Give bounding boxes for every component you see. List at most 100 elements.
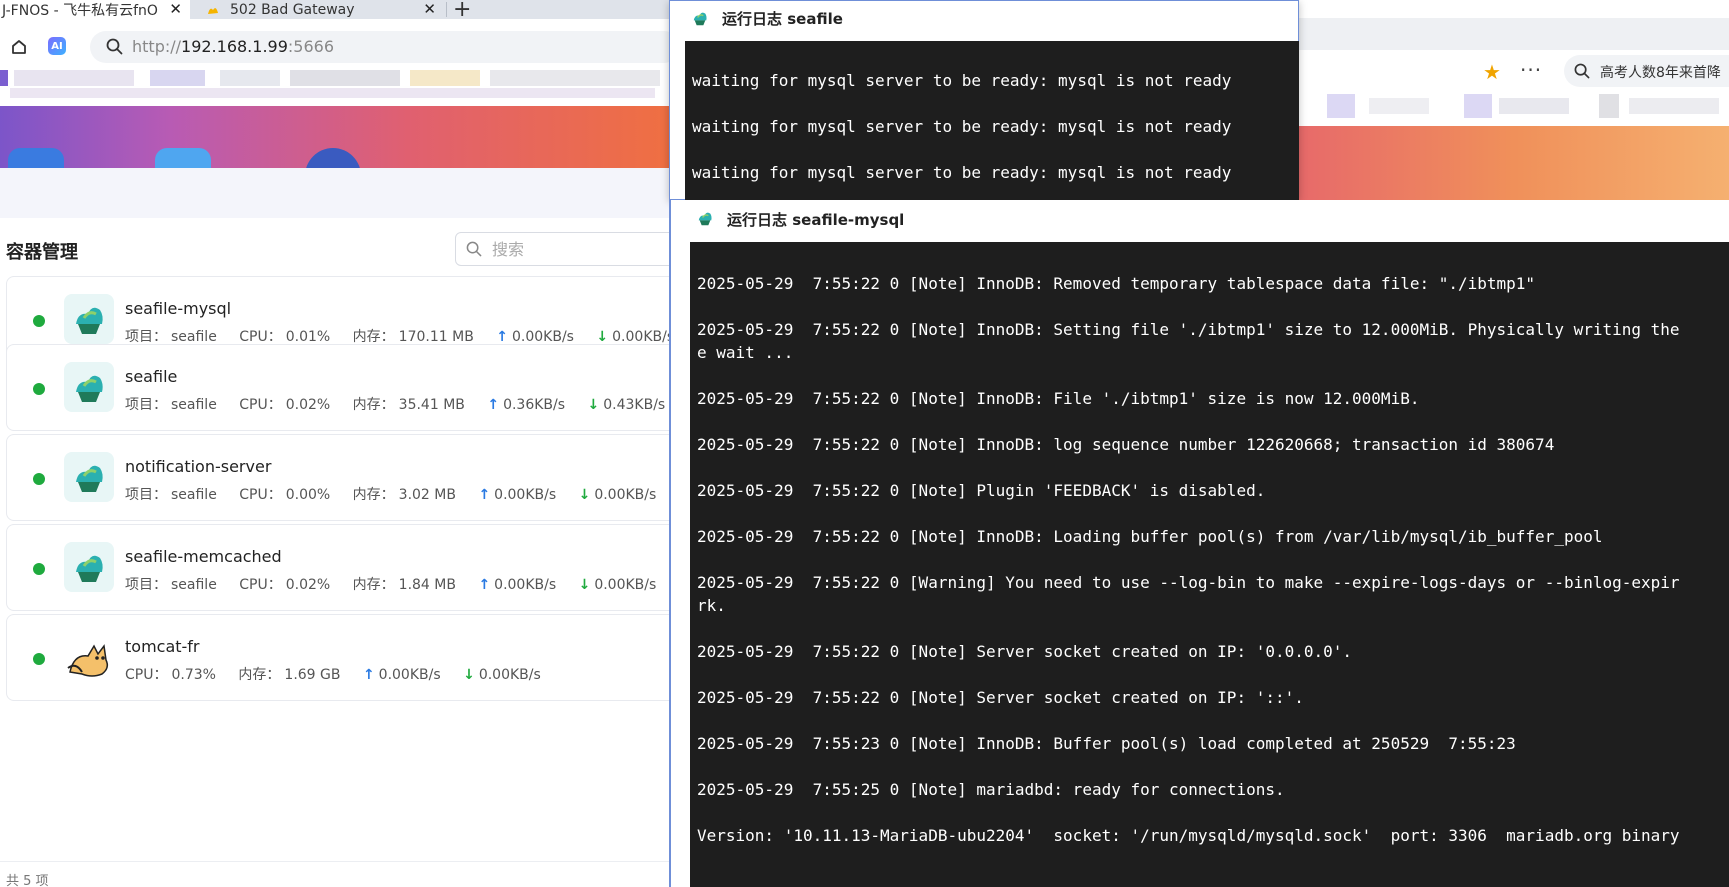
mem-value: 35.41 MB: [398, 397, 465, 413]
mem-value: 170.11 MB: [398, 329, 474, 345]
upload-arrow-icon: ↑: [478, 577, 491, 593]
log-line: 2025-05-29 7:55:22 0 [Note] InnoDB: Load…: [697, 527, 1603, 546]
bookmark-blur: [1327, 94, 1355, 118]
mem-label: 内存：: [352, 397, 395, 413]
project-label: 项目：: [125, 397, 167, 413]
log-title: 运行日志 seafile: [722, 10, 843, 28]
desktop-app-icon[interactable]: [8, 148, 64, 168]
download-arrow-icon: ↓: [463, 667, 475, 683]
desktop-banner: [0, 106, 680, 168]
cpu-value: 0.00%: [285, 487, 331, 503]
download-arrow-icon: ↓: [596, 329, 609, 345]
log-header: 运行日志 seafile: [670, 1, 1298, 41]
container-stats: 项目： seafile CPU： 0.00% 内存： 3.02 MB ↑ 0.00KB/…: [125, 484, 660, 504]
address-bar[interactable]: http://192.168.1.99:5666: [90, 31, 680, 63]
url-text: http://192.168.1.99:5666: [132, 37, 334, 56]
web-search-box[interactable]: 高考人数8年来首降: [1564, 55, 1729, 87]
container-search[interactable]: [455, 232, 680, 266]
seafile-app-icon: [64, 294, 114, 344]
upload-rate: 0.00KB/s: [494, 487, 557, 503]
cpu-label: CPU：: [239, 397, 282, 413]
search-icon: [1574, 63, 1590, 83]
log-line: 2025-05-29 7:55:22 0 [Note] Plugin 'FEED…: [697, 481, 1266, 500]
upload-arrow-icon: ↑: [362, 667, 375, 683]
mem-value: 3.02 MB: [398, 487, 456, 503]
container-stats: 项目： seafile CPU： 0.02% 内存： 1.84 MB ↑ 0.00KB/…: [125, 574, 660, 594]
container-name: seafile-mysql: [125, 299, 232, 318]
project-label: 项目：: [125, 329, 167, 345]
bookmark-blur: [1599, 94, 1619, 118]
more-menu-icon[interactable]: ···: [1520, 58, 1542, 82]
tab-bad-gateway[interactable]: 502 Bad Gateway ✕: [192, 0, 444, 19]
search-input[interactable]: [492, 239, 672, 259]
bookmark-blur: [490, 70, 660, 86]
browser-tab-bar: J-FNOS - 飞牛私有云fnO ✕ 502 Bad Gateway ✕ +: [0, 0, 680, 22]
desktop-app-icon[interactable]: [155, 148, 211, 168]
ai-assistant-icon[interactable]: AI: [48, 37, 66, 55]
bookmark-blur: [1369, 98, 1429, 114]
item-count: 共 5 项: [6, 874, 49, 887]
status-running-dot: [33, 563, 45, 575]
bookmarks-bar: [0, 70, 680, 106]
bookmark-blur: [150, 70, 205, 86]
project-value: seafile: [171, 577, 217, 593]
log-terminal[interactable]: waiting for mysql server to be ready: my…: [685, 41, 1299, 201]
bookmark-blur: [0, 70, 8, 86]
log-line: 2025-05-29 7:55:22 0 [Note] Server socke…: [697, 642, 1353, 661]
upload-arrow-icon: ↑: [487, 397, 500, 413]
cpu-value: 0.02%: [285, 397, 331, 413]
container-card-notification-server[interactable]: notification-server 项目： seafile CPU： 0.00%…: [6, 434, 686, 521]
url-port: :5666: [287, 37, 334, 56]
log-header: 运行日志 seafile-mysql: [671, 200, 1729, 240]
upload-rate: 0.36KB/s: [503, 397, 566, 413]
bookmark-blur: [14, 70, 134, 86]
container-name: notification-server: [125, 457, 272, 476]
background-browser-tabbar: [1299, 18, 1729, 50]
upload-rate: 0.00KB/s: [378, 667, 441, 683]
tab-label: J-FNOS - 飞牛私有云fnO: [2, 2, 158, 19]
bookmark-star-icon[interactable]: ★: [1483, 60, 1501, 84]
tab-label: 502 Bad Gateway: [230, 1, 355, 18]
container-stats: 项目： seafile CPU： 0.02% 内存： 35.41 MB ↑ 0.36KB…: [125, 394, 669, 414]
home-icon[interactable]: [11, 39, 27, 59]
download-rate: 0.43KB/s: [603, 397, 666, 413]
log-terminal[interactable]: 2025-05-29 7:55:22 0 [Note] InnoDB: Remo…: [690, 242, 1729, 887]
cpu-label: CPU：: [239, 487, 282, 503]
mem-label: 内存：: [352, 577, 395, 593]
container-name: seafile-memcached: [125, 547, 282, 566]
log-line: 2025-05-29 7:55:25 0 [Note] mariadbd: re…: [697, 780, 1285, 799]
status-running-dot: [33, 315, 45, 327]
container-card-seafile-memcached[interactable]: seafile-memcached 项目： seafile CPU： 0.02% 内…: [6, 524, 686, 611]
seafile-app-icon: [688, 6, 712, 34]
url-host: 192.168.1.99: [181, 37, 288, 56]
seafile-app-icon: [64, 452, 114, 502]
mem-label: 内存：: [238, 667, 281, 683]
container-card-seafile[interactable]: seafile 项目： seafile CPU： 0.02% 内存： 35.41 MB…: [6, 344, 686, 431]
mem-label: 内存：: [352, 329, 395, 345]
container-panel: 容器管理 seafile-mysql 项目：seafile CPU：0.01% …: [0, 218, 686, 887]
browser-toolbar: AI http://192.168.1.99:5666: [0, 19, 680, 70]
mem-value: 1.69 GB: [284, 667, 341, 683]
cpu-value: 0.02%: [285, 577, 331, 593]
project-value: seafile: [171, 397, 217, 413]
upload-arrow-icon: ↑: [478, 487, 491, 503]
bookmark-blur: [1629, 98, 1719, 114]
tab-fnos[interactable]: J-FNOS - 飞牛私有云fnO ✕: [0, 0, 190, 19]
mem-label: 内存：: [352, 487, 395, 503]
log-window-seafile-mysql: 运行日志 seafile-mysql 2025-05-29 7:55:22 0 …: [669, 200, 1729, 887]
mem-value: 1.84 MB: [398, 577, 456, 593]
log-line: 2025-05-29 7:55:22 0 [Note] InnoDB: Sett…: [697, 320, 1680, 339]
download-rate: 0.00KB/s: [594, 487, 657, 503]
close-tab-icon[interactable]: ✕: [169, 0, 182, 18]
upload-rate: 0.00KB/s: [511, 329, 574, 345]
log-line: 2025-05-29 7:55:22 0 [Note] InnoDB: log …: [697, 435, 1555, 454]
cpu-value: 0.01%: [285, 329, 331, 345]
log-line: 2025-05-29 7:55:22 0 [Warning] You need …: [697, 573, 1680, 592]
bookmark-blur: [410, 70, 480, 86]
log-line: 2025-05-29 7:55:22 0 [Note] InnoDB: Remo…: [697, 274, 1536, 293]
container-stats: 项目： seafile CPU： 0.01% 内存： 170.11 MB ↑ 0.00K…: [125, 326, 678, 346]
container-card-tomcat-fr[interactable]: tomcat-fr CPU： 0.73% 内存： 1.69 GB ↑ 0.00KB/s…: [6, 614, 686, 701]
cpu-label: CPU：: [239, 577, 282, 593]
close-tab-icon[interactable]: ✕: [423, 0, 436, 18]
desktop-app-icon[interactable]: [305, 148, 361, 168]
